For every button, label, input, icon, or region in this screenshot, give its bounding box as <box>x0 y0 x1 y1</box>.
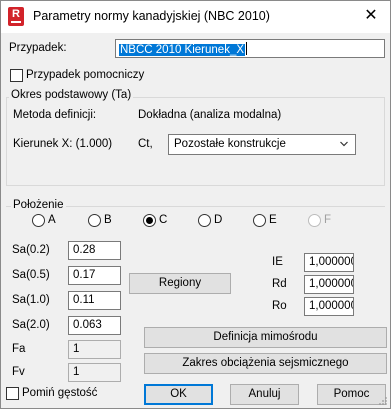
position-radio-b[interactable] <box>88 214 101 227</box>
title-bar: R Parametry normy kanadyjskiej (NBC 2010… <box>1 1 390 33</box>
eccentricity-button[interactable]: Definicja mimośrodu <box>144 327 387 348</box>
position-label-a: A <box>48 214 56 226</box>
rd-label: Rd <box>272 278 287 290</box>
period-group-label: Okres podstawowy (Ta) <box>9 89 134 101</box>
ok-button[interactable]: OK <box>144 384 213 405</box>
ie-label: IE <box>272 256 283 268</box>
resize-grip-icon[interactable] <box>378 396 388 406</box>
auxiliary-case-label: Przypadek pomocniczy <box>26 69 145 81</box>
chevron-down-icon <box>340 141 348 147</box>
position-label-e: E <box>269 214 277 226</box>
skip-density-checkbox[interactable] <box>6 387 19 400</box>
window-title: Parametry normy kanadyjskiej (NBC 2010) <box>33 9 270 23</box>
sa02-input[interactable]: 0.28 <box>68 241 121 260</box>
sa20-input[interactable]: 0.063 <box>68 316 121 335</box>
sa05-label: Sa(0.5) <box>12 269 50 281</box>
fa-label: Fa <box>12 343 26 355</box>
position-radio-e[interactable] <box>253 214 266 227</box>
ro-input[interactable]: 1,000000 <box>304 297 354 316</box>
cancel-button[interactable]: Anuluj <box>230 384 299 405</box>
close-icon[interactable]: ✕ <box>352 1 390 31</box>
revit-app-icon: R <box>8 7 24 26</box>
position-radio-d[interactable] <box>198 214 211 227</box>
fa-input: 1 <box>68 340 121 359</box>
position-group-label: Położenie <box>11 199 66 211</box>
sa02-label: Sa(0.2) <box>12 244 50 256</box>
seismic-range-button[interactable]: Zakres obciążenia sejsmicznego <box>144 353 387 374</box>
regions-button[interactable]: Regiony <box>129 273 231 294</box>
position-label-f: F <box>324 214 332 226</box>
position-label-d: D <box>214 214 223 226</box>
sa20-label: Sa(2.0) <box>12 319 50 331</box>
skip-density-label: Pomiń gęstość <box>22 387 98 399</box>
rd-input[interactable]: 1,000000 <box>304 275 354 294</box>
case-name-input[interactable]: NBCC 2010 Kierunek_X <box>115 39 385 58</box>
position-radio-c[interactable] <box>143 214 156 227</box>
fv-input: 1 <box>68 363 121 382</box>
dialog-window: R Parametry normy kanadyjskiej (NBC 2010… <box>0 0 391 409</box>
help-button[interactable]: Pomoc <box>317 384 386 405</box>
direction-label: Kierunek X: (1.000) <box>13 138 113 150</box>
case-name-value: NBCC 2010 Kierunek_X <box>119 44 246 56</box>
sa10-input[interactable]: 0.11 <box>68 291 121 310</box>
ct-label: Ct, <box>138 138 153 150</box>
case-label: Przypadek: <box>9 42 67 54</box>
position-radio-f <box>308 214 321 227</box>
position-label-b: B <box>104 214 112 226</box>
ct-dropdown[interactable]: Pozostałe konstrukcje <box>168 134 356 155</box>
ro-label: Ro <box>272 300 287 312</box>
ie-input[interactable]: 1,000000 <box>304 253 354 272</box>
auxiliary-case-checkbox[interactable] <box>10 69 23 82</box>
position-label-c: C <box>159 214 168 226</box>
position-radio-a[interactable] <box>32 214 45 227</box>
fv-label: Fv <box>12 366 25 378</box>
method-label: Metoda definicji: <box>13 109 97 121</box>
ct-selected-value: Pozostałe konstrukcje <box>174 138 286 150</box>
sa10-label: Sa(1.0) <box>12 294 50 306</box>
sa05-input[interactable]: 0.17 <box>68 266 121 285</box>
method-value: Dokładna (analiza modalna) <box>138 109 282 121</box>
